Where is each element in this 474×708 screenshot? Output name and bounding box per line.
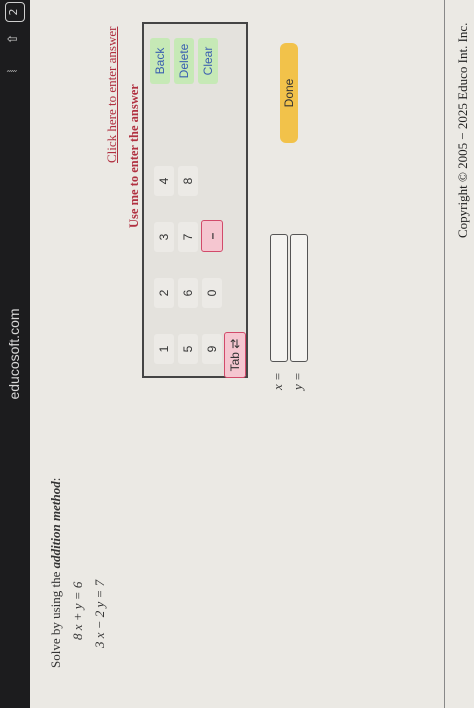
x-answer-input[interactable]: [270, 234, 288, 362]
x-label: x =: [270, 372, 285, 390]
url-text[interactable]: educosoft.com: [6, 0, 22, 708]
keypad-title: Use me to enter the answer: [127, 84, 141, 228]
key-3[interactable]: 3: [154, 222, 174, 252]
delete-button[interactable]: Delete: [174, 38, 194, 84]
key-minus[interactable]: –: [201, 220, 223, 252]
rotated-screen: educosoft.com ⦚ ⇧ 2 Solve by using the a…: [0, 0, 474, 708]
key-8[interactable]: 8: [178, 166, 198, 196]
keypad: 1 2 3 4 5 6 7 8 9 0 – Tab ⇄ Back Delete …: [142, 22, 248, 378]
equation-1: 8 x + y = 6: [70, 581, 85, 640]
instruction-method: addition method: [48, 481, 63, 569]
reader-icon[interactable]: ⦚: [5, 62, 23, 80]
share-icon[interactable]: ⇧: [5, 30, 23, 48]
y-answer-input[interactable]: [290, 234, 308, 362]
tabs-count-icon[interactable]: 2: [5, 2, 25, 22]
copyright-text: Copyright © 2005 − 2025 Educo Int. Inc.: [455, 22, 470, 238]
done-button[interactable]: Done: [280, 43, 298, 143]
key-9[interactable]: 9: [202, 334, 222, 364]
equation-2: 3 x − 2 y = 7: [92, 579, 107, 648]
key-7[interactable]: 7: [178, 222, 198, 252]
instruction-prefix: Solve by using the: [48, 571, 63, 668]
key-5[interactable]: 5: [178, 334, 198, 364]
instruction-suffix: :: [48, 477, 63, 482]
y-label: y =: [290, 372, 305, 390]
footer-divider: [444, 0, 445, 708]
back-button[interactable]: Back: [150, 38, 170, 84]
problem-instruction: Solve by using the addition method:: [48, 478, 64, 668]
key-2[interactable]: 2: [154, 278, 174, 308]
enter-answer-link[interactable]: Click here to enter answer: [104, 27, 120, 163]
browser-top-bar: educosoft.com ⦚ ⇧ 2: [0, 0, 30, 708]
key-1[interactable]: 1: [154, 334, 174, 364]
clear-button[interactable]: Clear: [198, 38, 218, 84]
key-0[interactable]: 0: [202, 278, 222, 308]
key-4[interactable]: 4: [154, 166, 174, 196]
key-6[interactable]: 6: [178, 278, 198, 308]
tab-key[interactable]: Tab ⇄: [224, 332, 246, 378]
